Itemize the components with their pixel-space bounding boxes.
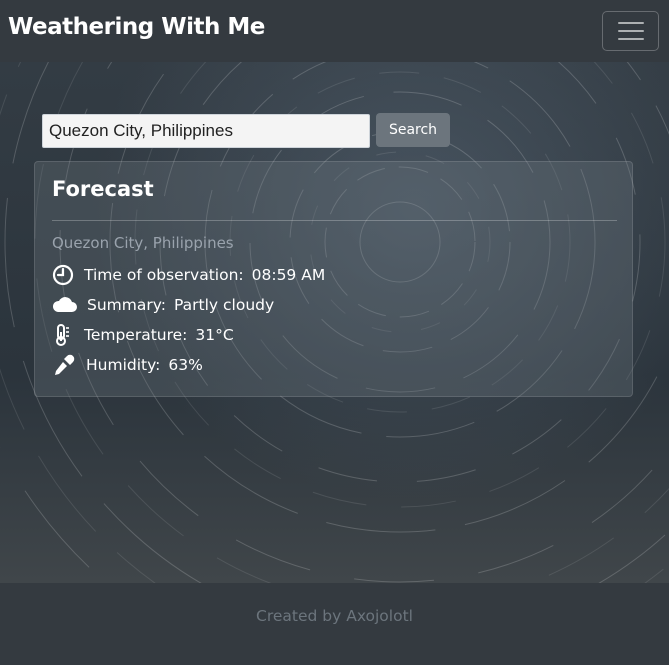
- hamburger-line: [617, 38, 644, 40]
- forecast-location: Quezon City, Philippines: [52, 234, 234, 252]
- time-value: 08:59 AM: [251, 266, 326, 284]
- footer: Created by Axojolotl: [0, 583, 669, 665]
- footer-credit: Created by Axojolotl: [256, 607, 413, 625]
- temperature-row: Temperature: 31°C: [52, 323, 612, 347]
- humidity-value: 63%: [168, 356, 203, 374]
- divider: [52, 220, 617, 221]
- summary-value: Partly cloudy: [174, 296, 275, 314]
- brand-title[interactable]: Weathering With Me: [8, 14, 265, 40]
- location-search-input[interactable]: [42, 114, 370, 148]
- forecast-title: Forecast: [52, 177, 154, 201]
- time-label: Time of observation:: [84, 266, 244, 284]
- hero-background: Search Forecast Quezon City, Philippines…: [0, 62, 669, 583]
- summary-label: Summary:: [87, 296, 166, 314]
- temperature-label: Temperature:: [84, 326, 188, 344]
- hamburger-line: [617, 22, 644, 24]
- navbar-toggler-button[interactable]: [602, 11, 659, 51]
- search-button[interactable]: Search: [376, 113, 450, 147]
- cloud-icon: [52, 293, 80, 317]
- humidity-row: Humidity: 63%: [52, 353, 612, 377]
- summary-row: Summary: Partly cloudy: [52, 293, 612, 317]
- eyedropper-icon: [52, 353, 80, 377]
- hamburger-line: [617, 30, 644, 32]
- thermometer-icon: [52, 323, 80, 347]
- humidity-label: Humidity:: [86, 356, 161, 374]
- forecast-card: Forecast Quezon City, Philippines Time o…: [34, 161, 633, 397]
- time-of-observation-row: Time of observation: 08:59 AM: [52, 263, 612, 287]
- clock-icon: [52, 263, 80, 287]
- navbar: Weathering With Me: [0, 0, 669, 62]
- temperature-value: 31°C: [195, 326, 234, 344]
